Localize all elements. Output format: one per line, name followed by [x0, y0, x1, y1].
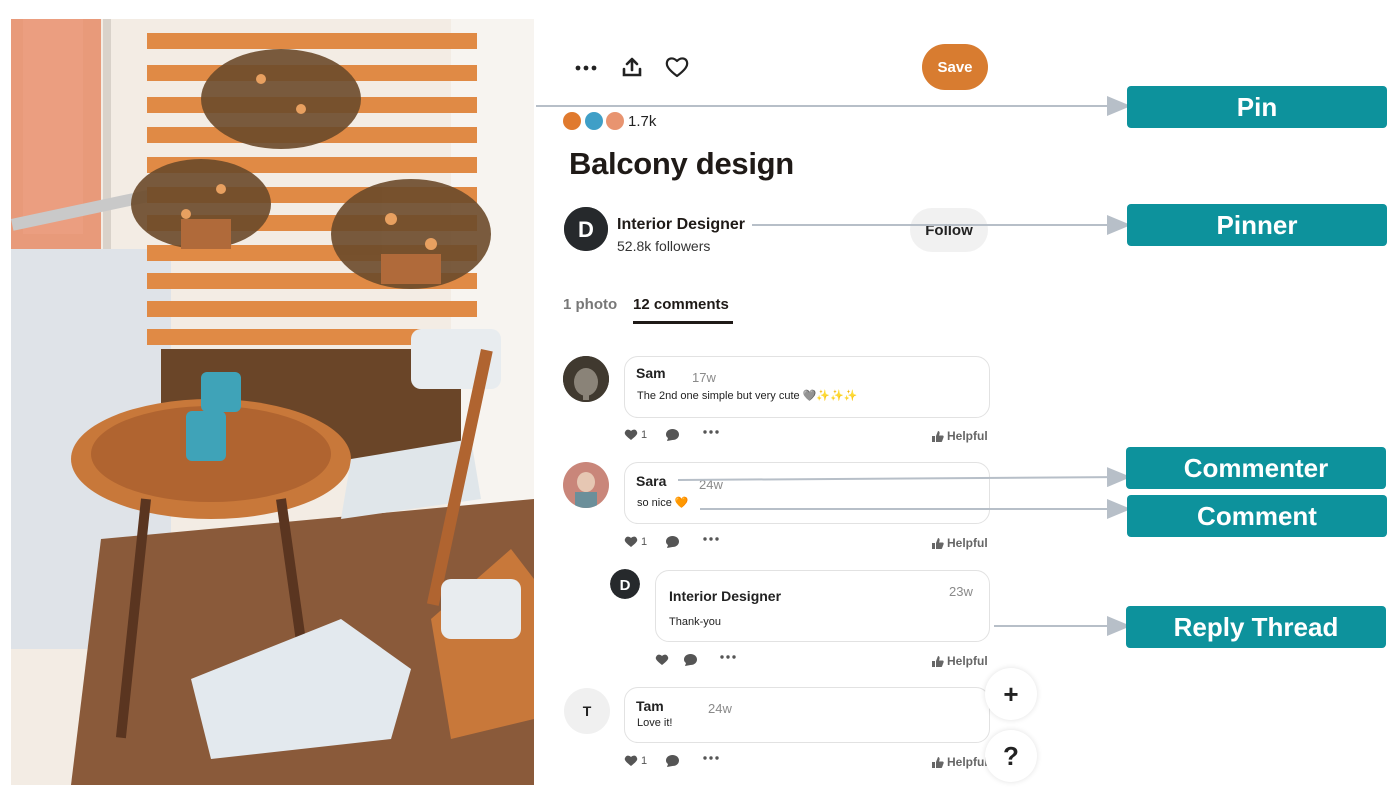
comment-author[interactable]: Sara: [636, 473, 666, 489]
helpful-button[interactable]: Helpful: [931, 536, 988, 550]
comment-time: 24w: [699, 477, 723, 492]
avatar-initial: T: [582, 703, 592, 719]
helpful-label: Helpful: [947, 755, 988, 769]
comment-like[interactable]: 1: [624, 755, 647, 767]
commenter-avatar[interactable]: T: [564, 688, 610, 734]
pin-image[interactable]: [11, 19, 534, 785]
reply-text: Thank-you: [669, 616, 721, 628]
reply-author[interactable]: Interior Designer: [669, 588, 781, 604]
like-count: 1: [641, 536, 648, 548]
heart-icon: [624, 429, 638, 440]
thumbs-up-icon: [932, 756, 944, 768]
heart-icon: [655, 654, 669, 665]
comment-text: The 2nd one simple but very cute 🩶✨✨✨: [637, 390, 858, 402]
like-count: 1: [641, 429, 648, 441]
callout-pin: Pin: [1127, 86, 1387, 128]
thumbs-up-icon: [932, 430, 944, 442]
comment-more-icon[interactable]: [703, 756, 719, 760]
reply-more-icon[interactable]: [720, 655, 736, 659]
heart-icon: [624, 755, 638, 766]
helpful-label: Helpful: [947, 429, 988, 443]
callout-pinner: Pinner: [1127, 204, 1387, 246]
comment-author[interactable]: Tam: [636, 698, 664, 714]
tab-comments[interactable]: 12 comments: [633, 296, 729, 313]
helpful-button[interactable]: Helpful: [931, 755, 988, 769]
balcony-photo: [11, 19, 534, 785]
reply-icon[interactable]: [683, 653, 698, 667]
comment-bubble: [624, 687, 990, 743]
wow-reaction-icon: [606, 112, 624, 130]
comment-more-icon[interactable]: [703, 430, 719, 434]
heart-icon[interactable]: [661, 51, 693, 83]
comment-more-icon[interactable]: [703, 537, 719, 541]
reply-avatar[interactable]: D: [610, 569, 640, 599]
comment-bubble: [624, 356, 990, 418]
more-options-icon[interactable]: [570, 52, 602, 84]
pinner-followers: 52.8k followers: [617, 238, 711, 254]
heart-reaction-icon: [563, 112, 581, 130]
share-icon[interactable]: [616, 51, 648, 83]
help-button[interactable]: ?: [985, 730, 1037, 782]
heart-icon: [624, 536, 638, 547]
reply-bubble: [655, 570, 990, 642]
reaction-count[interactable]: 1.7k: [628, 113, 656, 130]
thumbs-up-icon: [932, 537, 944, 549]
comment-text: Love it!: [637, 717, 673, 729]
laugh-reaction-icon: [585, 112, 603, 130]
callout-reply-thread: Reply Thread: [1126, 606, 1386, 648]
helpful-button[interactable]: Helpful: [931, 654, 988, 668]
commenter-avatar[interactable]: [563, 462, 609, 508]
add-button[interactable]: +: [985, 668, 1037, 720]
pinner-avatar[interactable]: D: [564, 207, 608, 251]
active-tab-indicator: [633, 321, 733, 324]
reply-like[interactable]: [655, 654, 669, 666]
reply-icon[interactable]: [665, 535, 680, 549]
save-button[interactable]: Save: [922, 44, 988, 90]
comment-time: 17w: [692, 370, 716, 385]
comment-time: 24w: [708, 701, 732, 716]
reply-time: 23w: [949, 584, 973, 599]
follow-button[interactable]: Follow: [910, 208, 988, 252]
callout-comment: Comment: [1127, 495, 1387, 537]
reply-icon[interactable]: [665, 428, 680, 442]
tab-photos[interactable]: 1 photo: [563, 296, 617, 313]
pinner-avatar-initial: D: [578, 217, 594, 242]
callout-commenter: Commenter: [1126, 447, 1386, 489]
helpful-button[interactable]: Helpful: [931, 429, 988, 443]
comment-bubble: [624, 462, 990, 524]
comment-author[interactable]: Sam: [636, 365, 666, 381]
helpful-label: Helpful: [947, 536, 988, 550]
pinner-name[interactable]: Interior Designer: [617, 216, 745, 234]
comment-like[interactable]: 1: [624, 429, 647, 441]
comment-like[interactable]: 1: [624, 536, 647, 548]
thumbs-up-icon: [932, 655, 944, 667]
like-count: 1: [641, 755, 648, 767]
commenter-avatar[interactable]: [563, 356, 609, 402]
reply-avatar-initial: D: [620, 577, 631, 594]
pin-title: Balcony design: [569, 146, 794, 181]
reply-icon[interactable]: [665, 754, 680, 768]
helpful-label: Helpful: [947, 654, 988, 668]
comment-text: so nice 🧡: [637, 497, 689, 509]
